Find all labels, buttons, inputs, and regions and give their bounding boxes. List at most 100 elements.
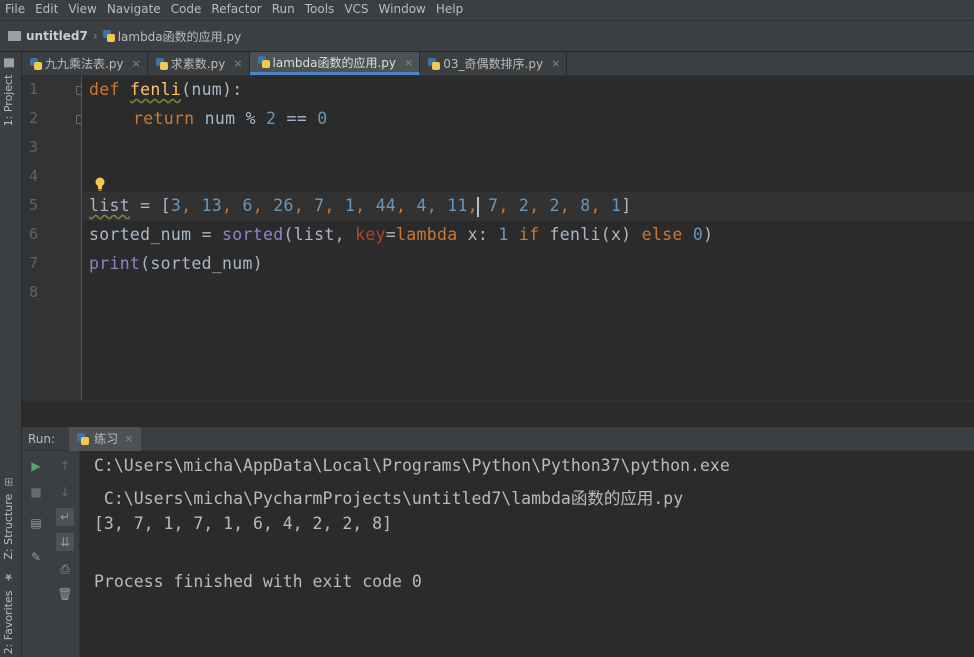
close-icon[interactable]: ×: [132, 57, 141, 70]
editor-tab-2[interactable]: lambda函数的应用.py ×: [249, 52, 421, 75]
code-line-6[interactable]: sorted_num = sorted(list, key=lambda x: …: [89, 225, 713, 244]
console-line: C:\Users\micha\PycharmProjects\untitled7…: [94, 489, 684, 508]
code-text: ]: [621, 196, 632, 215]
console-line: C:\Users\micha\AppData\Local\Programs\Py…: [94, 456, 730, 475]
code-text: (sorted_num): [140, 254, 263, 273]
run-panel-header: Run: 练习 ×: [22, 426, 974, 451]
trash-icon[interactable]: 🗑: [56, 585, 74, 603]
scroll-to-end-icon[interactable]: ⇊: [56, 533, 74, 551]
favorites-tool-tab[interactable]: 2: Favorites ★: [2, 570, 15, 654]
comma: ,: [181, 196, 192, 215]
keyword-return: return: [133, 109, 195, 128]
line-number: 4: [28, 167, 38, 185]
stop-icon[interactable]: ■: [27, 483, 45, 501]
line-number: 3: [28, 138, 38, 156]
line-number: 7: [28, 254, 38, 272]
run-toolbar-primary: ▶ ■ ▤ ✎: [22, 451, 50, 657]
lightbulb-icon[interactable]: [94, 176, 106, 192]
close-icon[interactable]: ×: [124, 432, 133, 445]
soft-wrap-icon[interactable]: ↵: [56, 508, 74, 526]
editor-tab-bar: 九九乘法表.py × 求素数.py × lambda函数的应用.py × 03_奇偶数排序.…: [22, 52, 974, 76]
run-toolbar-secondary: ↑ ↓ ↵ ⇊ ⎙ 🗑: [50, 451, 80, 657]
builtin-sorted: sorted: [222, 225, 284, 244]
menu-bar: File Edit View Navigate Code Refactor Run Tools…: [0, 0, 974, 20]
line-number: 1: [28, 80, 38, 98]
code-line-7[interactable]: print(sorted_num): [89, 254, 263, 273]
menu-vcs[interactable]: VCS: [339, 0, 373, 20]
menu-tools[interactable]: Tools: [300, 0, 340, 20]
left-tool-strip: 1: Project Z: Structure ⊞ 2: Favorites ★: [0, 52, 22, 657]
comma: ,: [396, 196, 407, 215]
code-text: (list,: [283, 225, 356, 244]
menu-window[interactable]: Window: [374, 0, 431, 20]
arrow-down-icon[interactable]: ↓: [56, 483, 74, 501]
python-file-icon: [102, 30, 115, 42]
code-text: =: [385, 225, 397, 244]
code-text: (num):: [181, 80, 243, 99]
breadcrumb-file[interactable]: lambda函数的应用.py: [118, 28, 242, 45]
number-literal: 0: [692, 225, 704, 244]
menu-edit[interactable]: Edit: [30, 0, 63, 20]
editor-tab-3[interactable]: 03_奇偶数排序.py ×: [420, 52, 568, 75]
structure-icon: ⊞: [2, 477, 15, 487]
comma: ,: [426, 196, 437, 215]
comma: ,: [529, 196, 540, 215]
pin-icon[interactable]: ✎: [27, 548, 45, 566]
comma: ,: [324, 196, 335, 215]
editor-tab-1[interactable]: 求素数.py ×: [148, 52, 250, 75]
close-icon[interactable]: ×: [551, 57, 560, 70]
tab-label: 九九乘法表.py: [45, 57, 124, 71]
menu-help[interactable]: Help: [431, 0, 468, 20]
menu-code[interactable]: Code: [166, 0, 207, 20]
console-output[interactable]: C:\Users\micha\AppData\Local\Programs\Py…: [80, 451, 974, 657]
comma: ,: [355, 196, 366, 215]
console-line: Process finished with exit code 0: [94, 572, 422, 591]
close-icon[interactable]: ×: [233, 57, 242, 70]
project-tab-label: 1: Project: [2, 74, 15, 127]
comma: ,: [252, 196, 263, 215]
editor-tab-0[interactable]: 九九乘法表.py ×: [22, 52, 148, 75]
breadcrumb-project[interactable]: untitled7: [26, 29, 88, 43]
rerun-icon[interactable]: ▶: [27, 457, 45, 475]
panel-splitter[interactable]: [22, 400, 974, 428]
number-literal: 0: [317, 109, 328, 128]
menu-refactor[interactable]: Refactor: [206, 0, 266, 20]
menu-file[interactable]: File: [0, 0, 30, 20]
comma: ,: [293, 196, 304, 215]
menu-view[interactable]: View: [63, 0, 101, 20]
close-icon[interactable]: ×: [404, 56, 413, 69]
code-line-2[interactable]: return num % 2 == 0: [133, 109, 327, 128]
tab-label: 求素数.py: [170, 57, 226, 71]
print-icon[interactable]: ⎙: [56, 560, 74, 578]
layout-icon[interactable]: ▤: [27, 514, 45, 532]
menu-run[interactable]: Run: [267, 0, 300, 20]
comma: ,: [498, 196, 509, 215]
number-literal: 7: [314, 196, 325, 215]
project-tool-tab[interactable]: 1: Project: [2, 58, 15, 126]
code-line-5[interactable]: list = [3, 13, 6, 26, 7, 1, 44, 4, 11, 7…: [89, 196, 631, 217]
python-file-icon: [428, 57, 441, 70]
star-icon: ★: [2, 570, 15, 583]
line-number-gutter: 1 2 3 4 5 6 7 8: [22, 76, 84, 400]
python-file-icon: [257, 56, 270, 68]
builtin-print: print: [89, 254, 141, 273]
breadcrumb: untitled7 › lambda函数的应用.py: [8, 28, 241, 45]
structure-tab-label: Z: Structure: [2, 493, 15, 560]
menu-navigate[interactable]: Navigate: [102, 0, 166, 20]
python-file-icon: [30, 57, 42, 70]
param-key: key: [355, 225, 386, 244]
run-config-label: 练习: [94, 432, 119, 446]
python-run-icon: [77, 432, 90, 445]
arrow-up-icon[interactable]: ↑: [56, 457, 74, 475]
number-literal: 2: [266, 109, 277, 128]
comma: ,: [559, 196, 571, 215]
code-text: ): [703, 225, 714, 244]
run-config-tab[interactable]: 练习 ×: [69, 426, 142, 451]
tab-label: 03_奇偶数排序.py: [443, 57, 544, 71]
line-number: 6: [28, 225, 38, 243]
code-line-1[interactable]: def fenli(num):: [89, 80, 243, 99]
structure-tool-tab[interactable]: Z: Structure ⊞: [2, 477, 15, 560]
keyword-lambda: lambda: [396, 225, 458, 244]
breadcrumb-separator-icon: ›: [92, 29, 98, 43]
